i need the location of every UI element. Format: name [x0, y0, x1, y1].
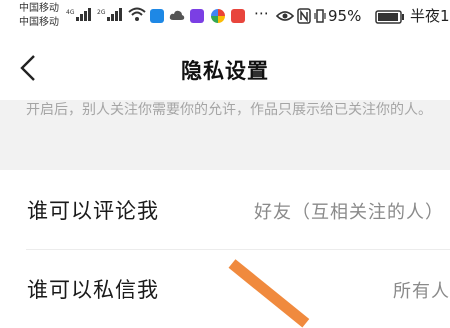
battery-icon [375, 10, 404, 24]
status-bar: 中国移动 中国移动 4G 2G ⋯ 95% 半夜1 [0, 0, 450, 38]
setting-value: 好友（互相关注的人） [254, 202, 444, 223]
notice-panel: 开启后，别人关注你需要你的允许，作品只展示给已关注你的人。 [0, 100, 450, 170]
network-type-2: 2G [97, 9, 106, 16]
more-icon: ⋯ [254, 4, 269, 22]
setting-label: 谁可以评论我 [27, 199, 159, 223]
browser-app-icon [211, 9, 225, 23]
setting-row-message[interactable]: 谁可以私信我 所有人 [0, 250, 450, 328]
cloud-icon [169, 10, 185, 20]
app-icon [231, 9, 245, 23]
page-title: 隐私设置 [181, 59, 269, 83]
signal-icon-2 [107, 8, 122, 21]
setting-row-comment[interactable]: 谁可以评论我 好友（互相关注的人） [0, 171, 450, 249]
clock: 半夜1 [410, 7, 450, 25]
carrier-label-2: 中国移动 [19, 17, 59, 28]
carrier-label: 中国移动 [19, 3, 59, 14]
battery-percent: 95% [328, 7, 362, 25]
nfc-icon [297, 8, 311, 24]
network-type-1: 4G [66, 9, 75, 16]
vibrate-icon [314, 9, 326, 23]
notice-text: 开启后，别人关注你需要你的允许，作品只展示给已关注你的人。 [26, 102, 432, 118]
signal-icon [76, 8, 91, 21]
video-app-icon [190, 9, 204, 23]
nav-header: 隐私设置 [0, 38, 450, 100]
shield-app-icon [150, 9, 164, 23]
wifi-icon [128, 7, 146, 21]
setting-value: 所有人 [393, 281, 450, 302]
eye-icon [276, 11, 294, 21]
